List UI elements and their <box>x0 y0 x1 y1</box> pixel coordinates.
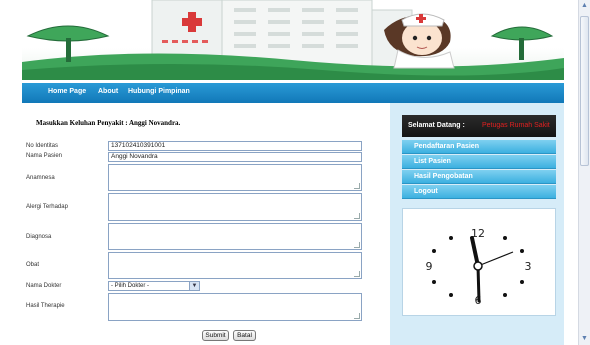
page: Home Page About Hubungi Pimpinan Masukka… <box>0 0 578 345</box>
menu-logout-label: Logout <box>414 188 438 195</box>
clock-dot <box>449 293 453 297</box>
nama-pasien-field[interactable]: Anggi Novandra <box>108 152 362 162</box>
clock-second-hand <box>477 251 514 267</box>
chevron-down-icon[interactable]: ▼ <box>189 282 199 290</box>
alergi-textarea[interactable] <box>108 193 362 221</box>
scrollbar-thumb[interactable] <box>580 16 589 166</box>
label-alergi-terhadap: Alergi Terhadap <box>26 204 68 210</box>
label-nama-dokter: Nama Dokter <box>26 283 62 289</box>
welcome-label: Selamat Datang : <box>408 122 465 129</box>
label-diagnosa: Diagnosa <box>26 234 52 240</box>
clock-dot <box>449 236 453 240</box>
nav-hubungi-pimpinan[interactable]: Hubungi Pimpinan <box>128 88 190 95</box>
label-hasil-therapie: Hasil Therapie <box>26 303 65 309</box>
label-no-identitas: No Identitas <box>26 143 59 149</box>
anamnesa-textarea[interactable] <box>108 164 362 191</box>
header-banner <box>22 0 564 80</box>
nav-about[interactable]: About <box>98 88 118 95</box>
menu-list-pasien-label: List Pasien <box>414 158 451 165</box>
clock-dot <box>503 293 507 297</box>
complaint-form: Masukkan Keluhan Penyakit : Anggi Novand… <box>22 103 390 345</box>
clock-center <box>473 261 483 271</box>
clock-dot <box>520 249 524 253</box>
label-anamnesa: Anamnesa <box>26 175 55 181</box>
clock-numeral-3: 3 <box>525 260 532 273</box>
no-identitas-field[interactable]: 137102410391001 <box>108 141 362 151</box>
nav-home-page[interactable]: Home Page <box>48 88 86 95</box>
clock-numeral-9: 9 <box>426 260 433 273</box>
label-nama-pasien: Nama Pasien <box>26 153 63 159</box>
nama-dokter-selected: - Pilih Dokter - <box>111 283 150 289</box>
sidebar: Selamat Datang : Petugas Rumah Sakit Pen… <box>390 103 564 345</box>
clock-dot <box>503 236 507 240</box>
batal-button[interactable]: Batal <box>233 330 256 341</box>
welcome-bar: Selamat Datang : Petugas Rumah Sakit <box>402 115 556 137</box>
nama-dokter-select[interactable]: - Pilih Dokter - ▼ <box>108 281 200 291</box>
menu-logout[interactable]: Logout <box>402 185 556 199</box>
menu-hasil-pengobatan[interactable]: Hasil Pengobatan <box>402 170 556 184</box>
submit-button[interactable]: Submit <box>202 330 229 341</box>
label-obat: Obat <box>26 262 40 268</box>
analog-clock: 12 3 6 9 <box>402 208 556 316</box>
scroll-down-arrow-icon[interactable]: ▼ <box>579 333 590 345</box>
scroll-up-arrow-icon[interactable]: ▲ <box>579 0 590 12</box>
hasil-therapie-textarea[interactable] <box>108 293 362 321</box>
clock-dot <box>432 249 436 253</box>
clock-dot <box>520 280 524 284</box>
clock-face: 12 3 6 9 <box>426 227 532 307</box>
clock-minute-hand <box>476 264 481 303</box>
top-nav-bar: Home Page About Hubungi Pimpinan <box>22 83 564 103</box>
menu-pendaftaran-pasien-label: Pendaftaran Pasien <box>414 143 479 150</box>
clock-dot <box>432 280 436 284</box>
vertical-scrollbar[interactable]: ▲ ▼ <box>578 0 590 345</box>
form-title: Masukkan Keluhan Penyakit : Anggi Novand… <box>36 119 181 127</box>
obat-textarea[interactable] <box>108 252 362 279</box>
menu-hasil-pengobatan-label: Hasil Pengobatan <box>414 173 473 180</box>
menu-list-pasien[interactable]: List Pasien <box>402 155 556 169</box>
diagnosa-textarea[interactable] <box>108 223 362 250</box>
welcome-user-name: Petugas Rumah Sakit <box>482 122 550 129</box>
hospital-illustration <box>22 0 564 80</box>
menu-pendaftaran-pasien[interactable]: Pendaftaran Pasien <box>402 140 556 154</box>
